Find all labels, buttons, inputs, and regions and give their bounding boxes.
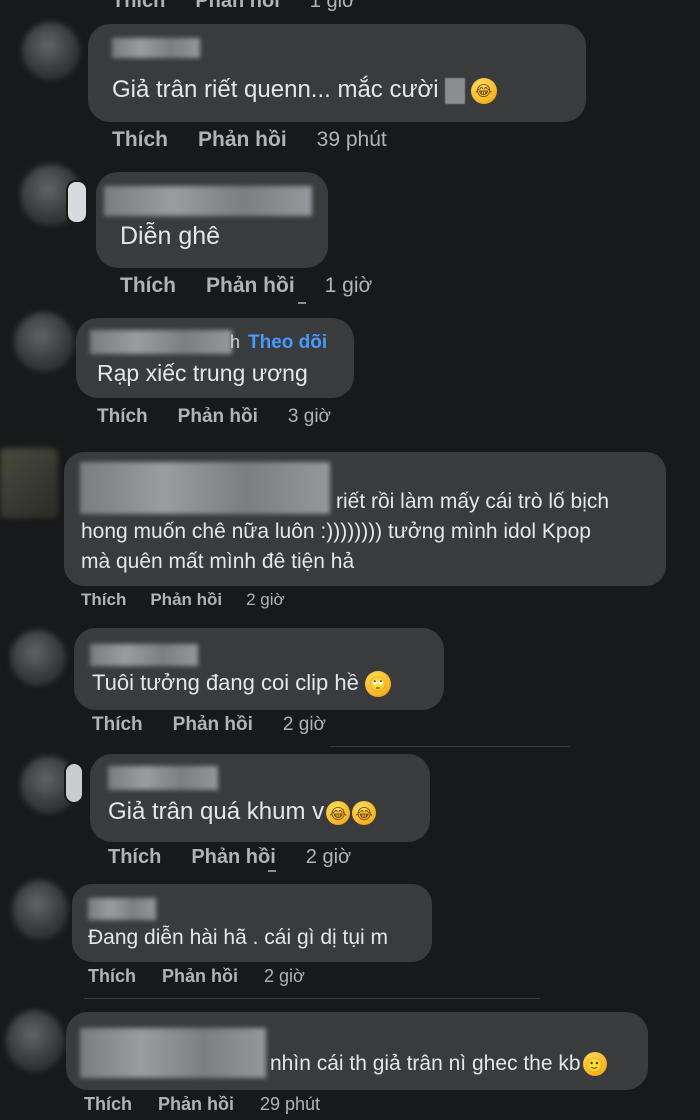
avatar[interactable] [10, 630, 66, 686]
thread-divider [330, 746, 570, 747]
censor-block [444, 77, 465, 104]
avatar[interactable] [22, 22, 80, 80]
reply-button[interactable]: Phản hồi [150, 590, 222, 609]
comment-text: nhìn cái th giả trân nì ghec the kb 🙂 [270, 1052, 607, 1077]
commenter-name[interactable] [90, 330, 232, 354]
comment-actions: Thích Phản hồi 2 giờ [81, 590, 315, 610]
commenter-name[interactable] [80, 1028, 266, 1078]
reply-button[interactable]: Phản hồi [162, 966, 238, 986]
comment-time: 39 phút [316, 128, 387, 151]
commenter-name[interactable] [90, 644, 198, 666]
rofl-emoji-icon: 😂 [352, 800, 377, 825]
smile-emoji-icon: 🙂 [582, 1052, 607, 1077]
like-button[interactable]: Thích [120, 274, 176, 297]
rofl-emoji-icon: 😂 [326, 800, 351, 825]
comment-text-line: hong muốn chê nữa luôn :)))))))) tưởng m… [81, 520, 591, 543]
comment-time: 29 phút [260, 1094, 321, 1114]
reply-button[interactable]: Phản hồi [158, 1094, 234, 1114]
comment-actions: Thích Phản hồi 2 giờ [108, 846, 381, 869]
reply-button[interactable]: Phản hồi [173, 714, 253, 735]
avatar-badge [66, 180, 88, 224]
like-button[interactable]: Thích [84, 1094, 132, 1114]
comment-actions-partial: Thích Phản hồi 1 giờ [112, 0, 385, 13]
commenter-name[interactable] [104, 186, 312, 216]
comment-bubble [72, 884, 432, 962]
comment-actions: Thích Phản hồi 1 giờ [120, 274, 402, 298]
comment-time: 2 giờ [282, 714, 326, 735]
like-button[interactable]: Thích [112, 128, 168, 151]
comment-text: Đang diễn hài hã . cái gì dị tụi m [88, 926, 389, 949]
like-button[interactable]: Thích [88, 966, 136, 986]
comment-time: 2 giờ [246, 590, 285, 609]
commenter-name-suffix: h [230, 332, 241, 352]
comment-text: Giả trân riết quenn... mắc cười 😂 [112, 76, 497, 104]
like-button[interactable]: Thích [81, 590, 126, 609]
reply-button[interactable]: Phản hồi [191, 846, 275, 868]
reply-button[interactable]: Phản hồi [198, 128, 287, 151]
avatar[interactable] [0, 448, 58, 518]
reply-button[interactable]: Phản hồi [178, 406, 258, 427]
avatar[interactable] [14, 312, 74, 372]
divider-tick [298, 302, 306, 304]
reply-button[interactable]: Phản hồi [195, 0, 279, 12]
comment-text-line: mà quên mất mình đê tiện hả [81, 550, 355, 573]
avatar-badge [64, 762, 84, 804]
comment-actions: Thích Phản hồi 3 giờ [97, 406, 361, 428]
divider-tick [268, 870, 276, 872]
rolling-eyes-emoji-icon: 🙄 [364, 671, 391, 698]
reply-button[interactable]: Phản hồi [206, 274, 295, 297]
comment-actions: Thích Phản hồi 39 phút [112, 128, 417, 152]
comment-text: Giả trân quá khum v 😂 😂 [108, 798, 377, 826]
like-button[interactable]: Thích [112, 0, 165, 12]
commenter-name[interactable] [88, 898, 156, 920]
like-button[interactable]: Thích [108, 846, 161, 868]
comment-text: Tuôi tưởng đang coi clip hề 🙄 [92, 670, 391, 698]
comment-actions: Thích Phản hồi 29 phút [84, 1094, 350, 1115]
comment-time: 2 giờ [305, 846, 352, 868]
like-button[interactable]: Thích [92, 714, 143, 735]
comment-text-line: riết rồi làm mấy cái trò lố bịch [336, 490, 610, 513]
comment-text: Diễn ghê [120, 222, 221, 250]
comment-time: 1 giờ [324, 274, 373, 297]
commenter-name[interactable] [80, 462, 330, 514]
comment-time: 3 giờ [287, 406, 331, 427]
comment-actions: Thích Phản hồi 2 giờ [88, 966, 335, 987]
rofl-emoji-icon: 😂 [470, 77, 497, 104]
comment-time: 1 giờ [309, 0, 356, 12]
follow-link[interactable]: Theo dõi [248, 332, 327, 354]
avatar[interactable] [12, 880, 68, 940]
thread-divider [84, 998, 540, 999]
commenter-name[interactable] [108, 766, 218, 790]
comment-actions: Thích Phản hồi 2 giờ [92, 714, 356, 736]
like-button[interactable]: Thích [97, 406, 148, 427]
comment-bubble [74, 628, 444, 710]
commenter-name[interactable] [112, 38, 200, 58]
comment-time: 2 giờ [264, 966, 305, 986]
comment-text: Rạp xiếc trung ương [97, 360, 308, 386]
avatar[interactable] [6, 1010, 64, 1072]
